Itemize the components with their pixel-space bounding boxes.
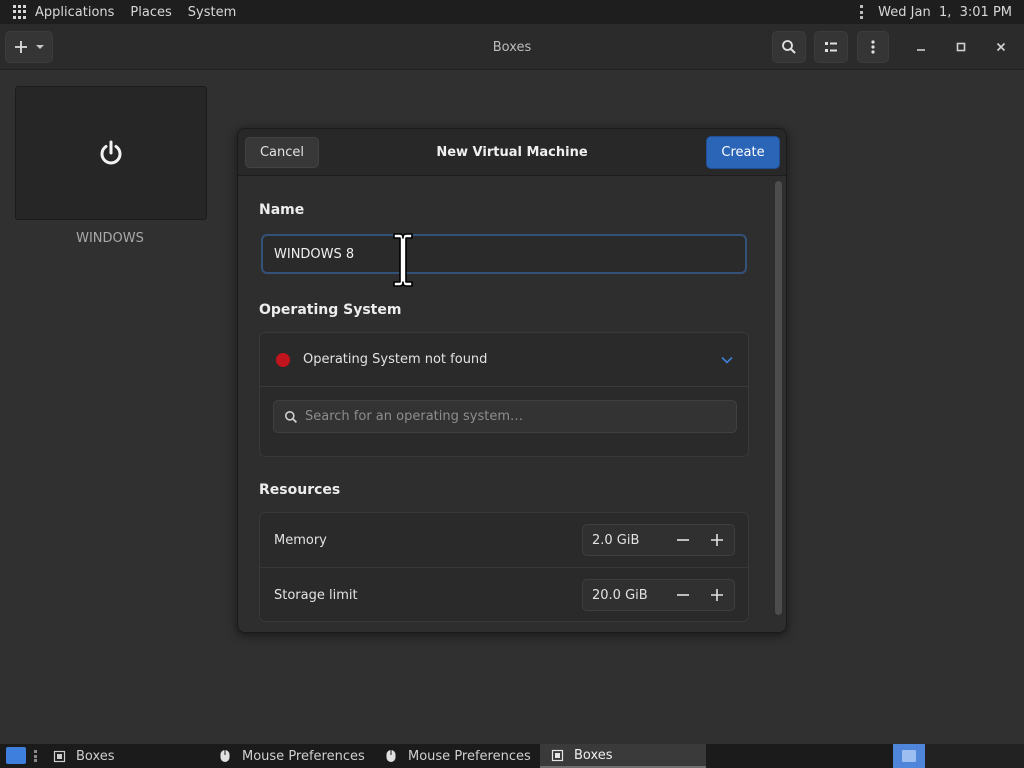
minimize-button[interactable]: [910, 36, 932, 58]
new-vm-dialog: Cancel New Virtual Machine Create Name O…: [237, 128, 787, 633]
minus-icon: [677, 539, 689, 541]
taskbar-handle-icon: [34, 750, 38, 762]
clock[interactable]: Wed Jan 1, 3:01 PM: [878, 5, 1012, 20]
close-button[interactable]: [990, 36, 1012, 58]
workspace-1[interactable]: [893, 744, 925, 768]
task-mouse-preferences[interactable]: Mouse Preferences: [374, 744, 540, 768]
search-icon: [782, 40, 796, 54]
boxes-app-icon: [550, 748, 564, 762]
storage-value[interactable]: 20.0 GiB: [592, 588, 666, 603]
os-card: Operating System not found: [259, 332, 749, 457]
storage-increase-button[interactable]: [700, 580, 734, 610]
top-panel: Applications Places System Wed Jan 1, 3:…: [0, 0, 1024, 24]
dialog-header: Cancel New Virtual Machine Create: [238, 129, 786, 176]
mouse-icon: [384, 749, 398, 763]
applications-grid-icon[interactable]: [13, 5, 27, 19]
chevron-down-icon[interactable]: [720, 353, 734, 367]
name-input[interactable]: [261, 234, 747, 274]
workspace-2[interactable]: [925, 744, 1024, 768]
show-desktop-icon[interactable]: [6, 747, 26, 764]
menu-places[interactable]: Places: [130, 5, 171, 20]
task-boxes-active[interactable]: Boxes: [540, 744, 706, 768]
dialog-title: New Virtual Machine: [436, 145, 588, 160]
mouse-icon: [218, 749, 232, 763]
search-icon: [284, 410, 298, 424]
resources-card: Memory 2.0 GiB Storage limit 20.0 GiB: [259, 512, 749, 622]
memory-label: Memory: [274, 532, 327, 548]
memory-stepper[interactable]: 2.0 GiB: [582, 524, 735, 556]
storage-label: Storage limit: [274, 588, 358, 603]
task-label: Mouse Preferences: [408, 748, 531, 764]
storage-row: Storage limit 20.0 GiB: [260, 568, 748, 623]
os-search-field[interactable]: [273, 400, 737, 433]
close-icon: [996, 42, 1006, 52]
dialog-scrollbar[interactable]: [775, 181, 782, 615]
memory-increase-button[interactable]: [700, 525, 734, 555]
main-menu-button[interactable]: [857, 31, 889, 63]
task-label: Boxes: [76, 748, 115, 764]
list-view-icon: [825, 42, 837, 52]
headerbar: Boxes: [0, 24, 1024, 70]
list-view-button[interactable]: [814, 31, 848, 63]
maximize-button[interactable]: [950, 36, 972, 58]
power-icon: [100, 140, 122, 165]
task-label: Boxes: [574, 747, 613, 763]
machine-label[interactable]: WINDOWS: [15, 231, 205, 246]
os-label: Operating System: [259, 302, 402, 318]
plus-icon: [711, 589, 723, 601]
menu-applications[interactable]: Applications: [35, 5, 114, 20]
memory-value[interactable]: 2.0 GiB: [592, 533, 666, 548]
machine-tile[interactable]: [15, 86, 207, 220]
text-cursor-icon: [393, 233, 413, 287]
os-status-text: Operating System not found: [303, 352, 488, 367]
panel-handle-icon: [859, 5, 863, 19]
plus-icon: [711, 534, 723, 546]
boxes-app-icon: [52, 749, 66, 763]
os-search-input[interactable]: [305, 409, 705, 424]
maximize-icon: [956, 42, 966, 52]
create-button[interactable]: Create: [706, 136, 780, 169]
os-selector-row[interactable]: Operating System not found: [260, 333, 748, 387]
storage-decrease-button[interactable]: [666, 580, 700, 610]
taskbar: Boxes Mouse Preferences Mouse Preference…: [0, 744, 1024, 768]
kebab-menu-icon: [871, 40, 875, 54]
task-boxes[interactable]: Boxes: [42, 744, 208, 768]
minimize-icon: [917, 49, 925, 51]
task-label: Mouse Preferences: [242, 748, 365, 764]
search-button[interactable]: [772, 31, 806, 63]
minus-icon: [677, 594, 689, 596]
storage-stepper[interactable]: 20.0 GiB: [582, 579, 735, 611]
menu-system[interactable]: System: [188, 5, 236, 20]
task-mouse-preferences[interactable]: Mouse Preferences: [208, 744, 374, 768]
error-status-icon: [276, 352, 290, 367]
memory-decrease-button[interactable]: [666, 525, 700, 555]
memory-row: Memory 2.0 GiB: [260, 513, 748, 568]
resources-label: Resources: [259, 482, 341, 498]
name-label: Name: [259, 202, 305, 218]
